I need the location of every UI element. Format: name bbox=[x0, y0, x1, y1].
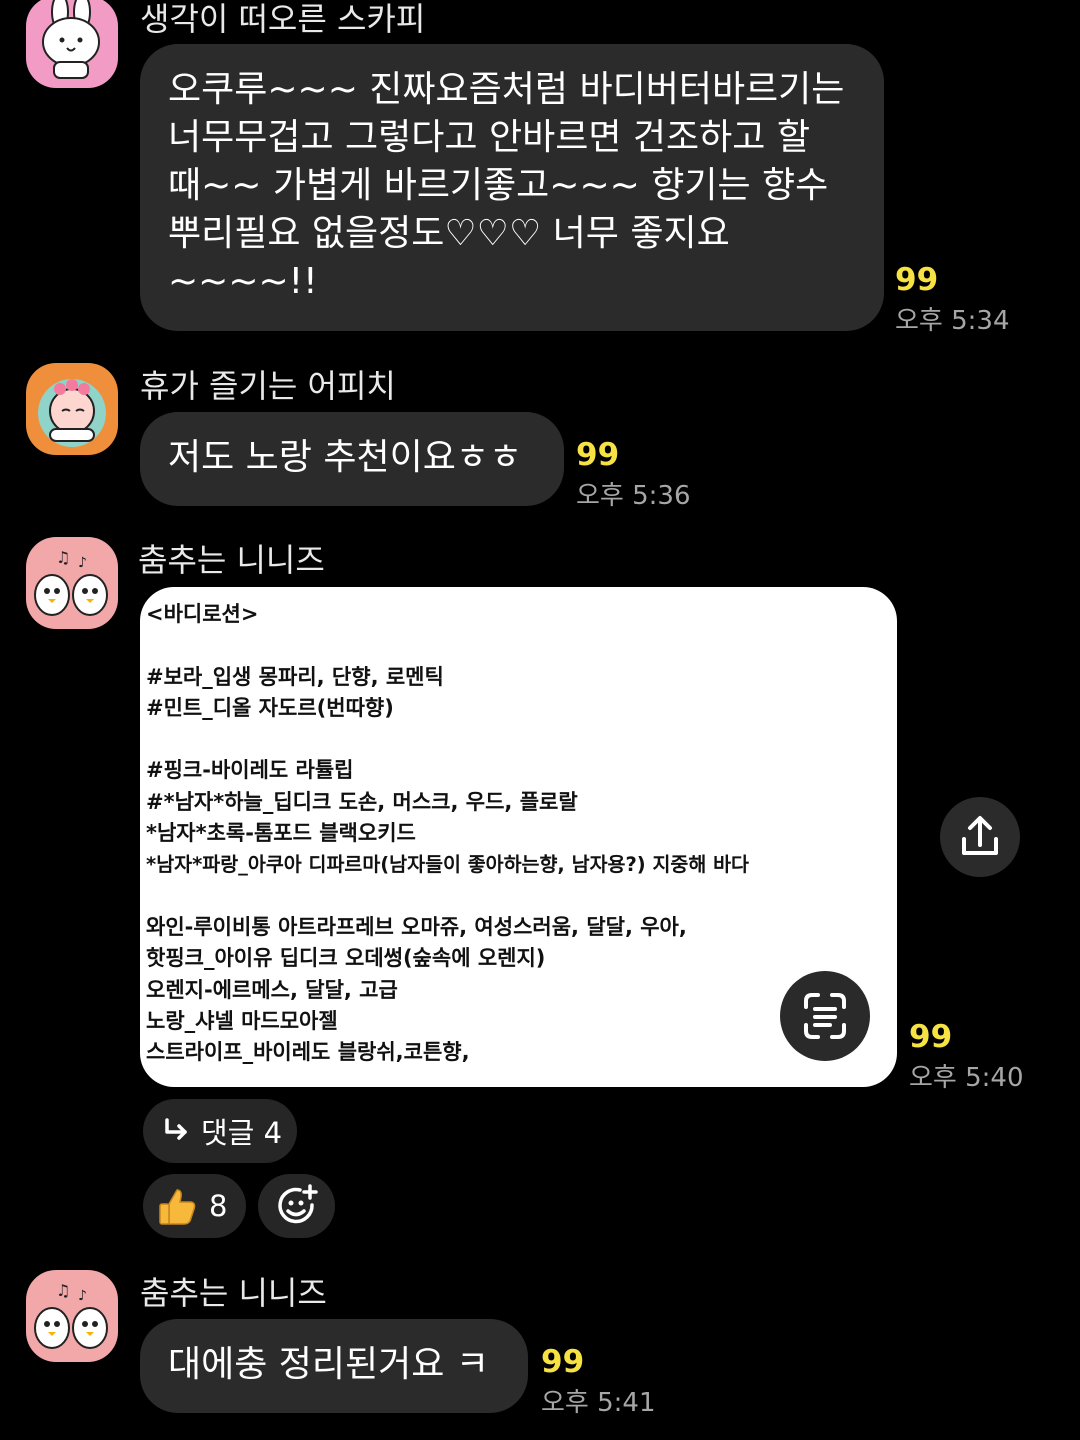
peach-avatar-icon bbox=[38, 379, 106, 447]
message-text: 대에충 정리된거요 ㅋ bbox=[168, 1344, 489, 1385]
reply-thread-button[interactable]: 댓글 4 bbox=[143, 1099, 297, 1163]
message-bubble[interactable]: 대에충 정리된거요 ㅋ bbox=[140, 1319, 528, 1413]
note-line: *남자*초록-톰포드 블랙오키드 bbox=[146, 821, 416, 846]
add-reaction-icon bbox=[277, 1184, 318, 1224]
note-line bbox=[146, 724, 897, 755]
note-line bbox=[146, 630, 897, 661]
note-line: 와인-루이비통 아트라프레브 오마쥬, 여성스러움, 달달, 우아, bbox=[146, 914, 687, 939]
note-line: 핫핑크_아이유 딥디크 오데썽(숲속에 오렌지) bbox=[146, 946, 546, 971]
note-line: #핑크-바이레도 라튤립 bbox=[146, 758, 354, 783]
timestamp: 오후 5:34 bbox=[895, 306, 1010, 336]
avatar[interactable] bbox=[26, 363, 118, 455]
avatar[interactable]: ♫ ♪ bbox=[26, 537, 118, 629]
note-line: #*남자*하늘_딥디크 도손, 머스크, 우드, 플로랄 bbox=[146, 789, 578, 814]
sender-name: 춤추는 니니즈 bbox=[140, 1274, 327, 1312]
reply-arrow-icon bbox=[165, 1118, 187, 1140]
sender-name: 춤추는 니니즈 bbox=[138, 541, 325, 579]
timestamp: 오후 5:40 bbox=[909, 1063, 1024, 1093]
unread-count: 99 bbox=[541, 1344, 585, 1380]
svg-text:♪: ♪ bbox=[78, 1288, 87, 1304]
thumbs-up-icon bbox=[159, 1189, 196, 1225]
svg-text:♪: ♪ bbox=[78, 555, 87, 571]
note-line bbox=[146, 881, 897, 912]
reaction-thumbs-up[interactable]: 8 bbox=[143, 1174, 246, 1238]
text-scan-button[interactable] bbox=[780, 971, 870, 1061]
timestamp: 오후 5:41 bbox=[541, 1388, 656, 1418]
note-line: <바디로션> bbox=[146, 602, 259, 626]
svg-text:♫: ♫ bbox=[56, 1281, 70, 1300]
text-scan-icon bbox=[804, 993, 846, 1039]
sender-name: 생각이 떠오른 스카피 bbox=[140, 0, 426, 38]
message-text: 저도 노랑 추천이요ㅎㅎ bbox=[168, 437, 523, 478]
note-image[interactable]: <바디로션> #보라_입생 몽파리, 단향, 로멘틱 #민트_디올 자도르(번따… bbox=[140, 587, 897, 1087]
note-line: #보라_입생 몽파리, 단향, 로멘틱 bbox=[146, 664, 444, 689]
message-bubble[interactable]: 저도 노랑 추천이요ㅎㅎ bbox=[140, 412, 564, 506]
bunny-avatar-icon bbox=[42, 0, 100, 79]
message-text: 오쿠루~~~ 진짜요즘처럼 바디버터바르기는 너무무겁고 그렇다고 안바르면 건… bbox=[168, 69, 845, 302]
penguins-avatar-icon: ♫ ♪ bbox=[34, 1281, 108, 1349]
sender-name: 휴가 즐기는 어피치 bbox=[140, 367, 396, 405]
timestamp: 오후 5:36 bbox=[576, 481, 691, 511]
share-icon bbox=[962, 816, 998, 855]
note-line: #민트_디올 자도르(번따향) bbox=[146, 695, 394, 720]
avatar[interactable]: ♫ ♪ bbox=[26, 1270, 118, 1362]
reply-count-label: 댓글 4 bbox=[201, 1116, 283, 1150]
unread-count: 99 bbox=[895, 262, 939, 298]
unread-count: 99 bbox=[909, 1019, 953, 1055]
add-reaction-button[interactable] bbox=[258, 1174, 335, 1238]
unread-count: 99 bbox=[576, 437, 620, 473]
message-bubble[interactable]: 오쿠루~~~ 진짜요즘처럼 바디버터바르기는 너무무겁고 그렇다고 안바르면 건… bbox=[140, 44, 884, 331]
avatar[interactable] bbox=[26, 0, 118, 88]
share-button[interactable] bbox=[940, 797, 1020, 877]
svg-text:♫: ♫ bbox=[56, 548, 70, 567]
reaction-count: 8 bbox=[209, 1189, 228, 1223]
note-line: *남자*파랑_아쿠아 디파르마(남자들이 좋아하는향, 남자용?) 지중해 바다 bbox=[146, 853, 749, 877]
penguins-avatar-icon: ♫ ♪ bbox=[34, 548, 108, 616]
